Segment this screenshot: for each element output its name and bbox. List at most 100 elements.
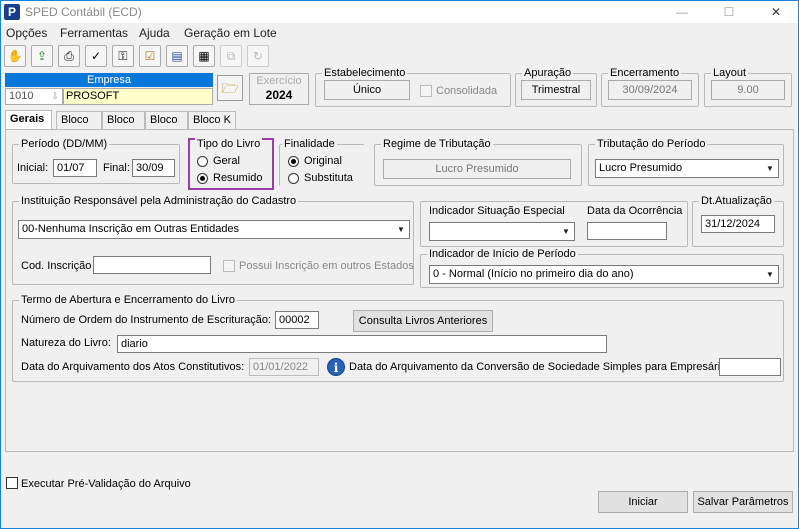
finalidade-original-label: Original: [304, 155, 342, 167]
empresa-code-field[interactable]: 1010 ⇩: [5, 88, 63, 105]
situacao-especial-group: Indicador Situação Especial ▼ Data da Oc…: [420, 201, 688, 247]
consulta-livros-button[interactable]: Consulta Livros Anteriores: [353, 310, 493, 332]
data-ocorrencia-input[interactable]: [587, 222, 667, 240]
finalidade-substituta-radio[interactable]: [288, 173, 299, 184]
dt-atualizacao-input[interactable]: 31/12/2024: [701, 215, 775, 233]
empresa-name-field[interactable]: PROSOFT: [63, 88, 213, 105]
situacao-especial-label: Indicador Situação Especial: [429, 205, 565, 217]
inicio-periodo-select[interactable]: 0 - Normal (Início no primeiro dia do an…: [429, 265, 779, 284]
final-input[interactable]: 30/09: [132, 159, 175, 177]
layout-label: Layout: [711, 67, 749, 79]
title-bar: P SPED Contábil (ECD) — ☐ ✕: [1, 1, 798, 23]
validate-icon[interactable]: ☑: [139, 45, 161, 67]
layout-group: Layout 9.00: [704, 67, 792, 107]
menu-opcoes[interactable]: Opções: [6, 26, 47, 40]
estabelecimento-value: Único: [324, 80, 410, 100]
apuracao-group: Apuração Trimestral: [515, 67, 597, 107]
spin-icon: ⇩: [51, 91, 59, 101]
data-conversao-label: Data do Arquivamento da Conversão de Soc…: [349, 361, 730, 373]
empresa-code-value: 1010: [9, 90, 34, 102]
chevron-down-icon: ▼: [397, 225, 405, 234]
check-icon[interactable]: ✓: [85, 45, 107, 67]
tab-bloco-0[interactable]: Bloco 0: [56, 111, 102, 143]
apuracao-value: Trimestral: [521, 80, 591, 100]
regime-label: Regime de Tributação: [381, 138, 493, 150]
cod-inscricao-label: Cod. Inscrição: [21, 260, 92, 272]
document-icon[interactable]: ▦: [193, 45, 215, 67]
iniciar-button[interactable]: Iniciar: [598, 491, 688, 513]
numero-ordem-input[interactable]: 00002: [275, 311, 319, 329]
periodo-group: Período (DD/MM) Inicial: 01/07 Final: 30…: [12, 138, 180, 184]
tipo-geral-label: Geral: [213, 155, 240, 167]
encerramento-label: Encerramento: [608, 67, 682, 79]
hand-icon[interactable]: ✋: [4, 45, 26, 67]
instituicao-value: 00-Nenhuma Inscrição em Outras Entidades: [22, 223, 240, 235]
close-button[interactable]: ✕: [753, 1, 799, 23]
data-atos-input[interactable]: 01/01/2022: [249, 358, 319, 376]
data-ocorrencia-label: Data da Ocorrência: [587, 205, 683, 217]
open-folder-button[interactable]: 🗁: [217, 75, 243, 101]
instituicao-label: Instituição Responsável pela Administraç…: [19, 195, 299, 207]
data-atos-label: Data do Arquivamento dos Atos Constituti…: [21, 361, 245, 373]
report-icon[interactable]: ▤: [166, 45, 188, 67]
cod-inscricao-input[interactable]: [93, 256, 211, 274]
inicio-periodo-value: 0 - Normal (Início no primeiro dia do an…: [433, 268, 634, 280]
menu-bar: Opções Ferramentas Ajuda Geração em Lote: [1, 23, 798, 43]
tributacao-periodo-value: Lucro Presumido: [599, 162, 683, 174]
tipo-geral-radio[interactable]: [197, 156, 208, 167]
chevron-down-icon: ▼: [766, 164, 774, 173]
print-icon[interactable]: ⎙: [58, 45, 80, 67]
possui-inscricao-checkbox[interactable]: [223, 260, 235, 272]
regime-value: Lucro Presumido: [383, 159, 571, 179]
empresa-header: Empresa: [5, 73, 213, 87]
tab-bloco-i[interactable]: Bloco I: [102, 111, 145, 143]
exercicio-value: 2024: [265, 88, 293, 102]
periodo-label: Período (DD/MM): [19, 138, 110, 150]
minimize-button[interactable]: —: [659, 1, 705, 23]
data-conversao-input[interactable]: [719, 358, 781, 376]
tipo-livro-label: Tipo do Livro: [195, 138, 263, 150]
gerais-panel: Período (DD/MM) Inicial: 01/07 Final: 30…: [5, 129, 794, 452]
consolidada-label: Consolidada: [436, 85, 498, 97]
natureza-input[interactable]: diario: [117, 335, 607, 353]
final-label: Final:: [103, 162, 130, 174]
pre-validacao-checkbox[interactable]: [6, 477, 18, 489]
menu-ferramentas[interactable]: Ferramentas: [60, 26, 128, 40]
tributacao-periodo-select[interactable]: Lucro Presumido ▼: [595, 159, 779, 178]
possui-inscricao-label: Possui Inscrição em outros Estados: [239, 260, 414, 272]
main-window: P SPED Contábil (ECD) — ☐ ✕ Opções Ferra…: [0, 0, 799, 529]
termo-label: Termo de Abertura e Encerramento do Livr…: [19, 294, 238, 306]
copy-icon[interactable]: ⧉: [220, 45, 242, 67]
salvar-parametros-button[interactable]: Salvar Parâmetros: [693, 491, 793, 513]
import-icon[interactable]: ⇪: [31, 45, 53, 67]
termo-group: Termo de Abertura e Encerramento do Livr…: [12, 294, 784, 382]
tab-bloco-j[interactable]: Bloco J: [145, 111, 188, 143]
inicio-periodo-group: Indicador de Início de Período 0 - Norma…: [420, 248, 784, 288]
key-icon[interactable]: ⚿: [112, 45, 134, 67]
instituicao-select[interactable]: 00-Nenhuma Inscrição em Outras Entidades…: [18, 220, 410, 239]
folder-icon: 🗁: [221, 80, 239, 96]
window-title: SPED Contábil (ECD): [25, 5, 142, 19]
info-icon[interactable]: i: [327, 358, 345, 376]
encerramento-value: 30/09/2024: [608, 80, 692, 100]
tributacao-periodo-label: Tributação do Período: [595, 138, 708, 150]
situacao-especial-select[interactable]: ▼: [429, 222, 575, 241]
menu-geracao-lote[interactable]: Geração em Lote: [184, 26, 277, 40]
maximize-button[interactable]: ☐: [706, 1, 752, 23]
finalidade-original-radio[interactable]: [288, 156, 299, 167]
tipo-resumido-radio[interactable]: [197, 173, 208, 184]
app-logo-icon: P: [4, 4, 20, 20]
tab-bloco-k[interactable]: Bloco K: [188, 111, 236, 129]
menu-ajuda[interactable]: Ajuda: [139, 26, 170, 40]
natureza-label: Natureza do Livro:: [21, 337, 111, 349]
exercicio-box: Exercício 2024: [249, 73, 309, 105]
finalidade-label: Finalidade: [282, 138, 337, 150]
consolidada-checkbox[interactable]: [420, 85, 432, 97]
finalidade-substituta-label: Substituta: [304, 172, 353, 184]
tab-gerais[interactable]: Gerais: [5, 110, 52, 130]
inicial-input[interactable]: 01/07: [53, 159, 97, 177]
dt-atualizacao-group: Dt.Atualização 31/12/2024: [692, 195, 784, 247]
dt-atualizacao-label: Dt.Atualização: [699, 195, 774, 207]
instituicao-group: Instituição Responsável pela Administraç…: [12, 195, 414, 285]
refresh-icon[interactable]: ↻: [247, 45, 269, 67]
